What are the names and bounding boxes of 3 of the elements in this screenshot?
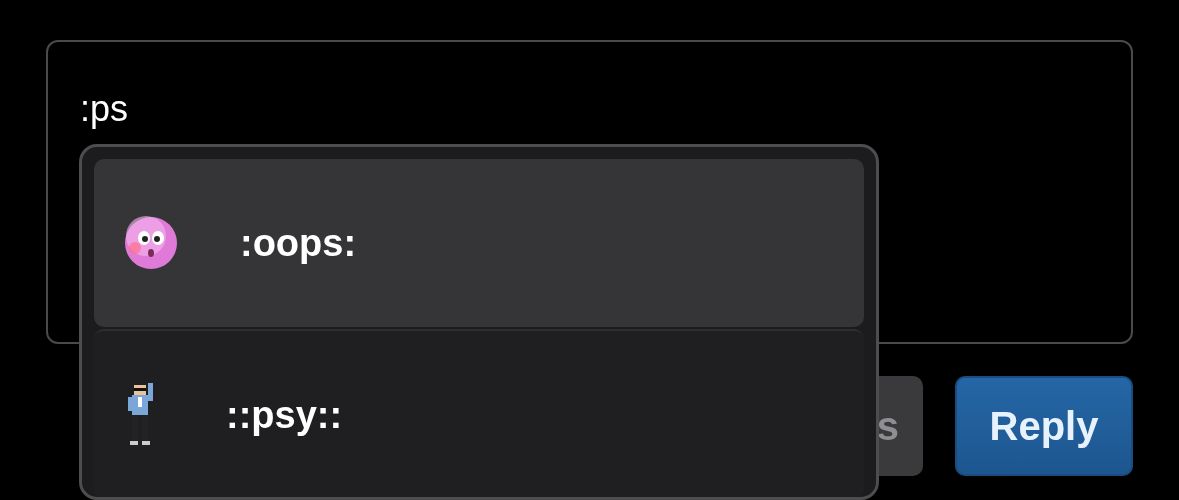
reply-button[interactable]: Reply <box>955 376 1133 476</box>
suggestion-item[interactable]: :oops: <box>94 159 864 327</box>
blushing-face-icon <box>124 216 178 270</box>
